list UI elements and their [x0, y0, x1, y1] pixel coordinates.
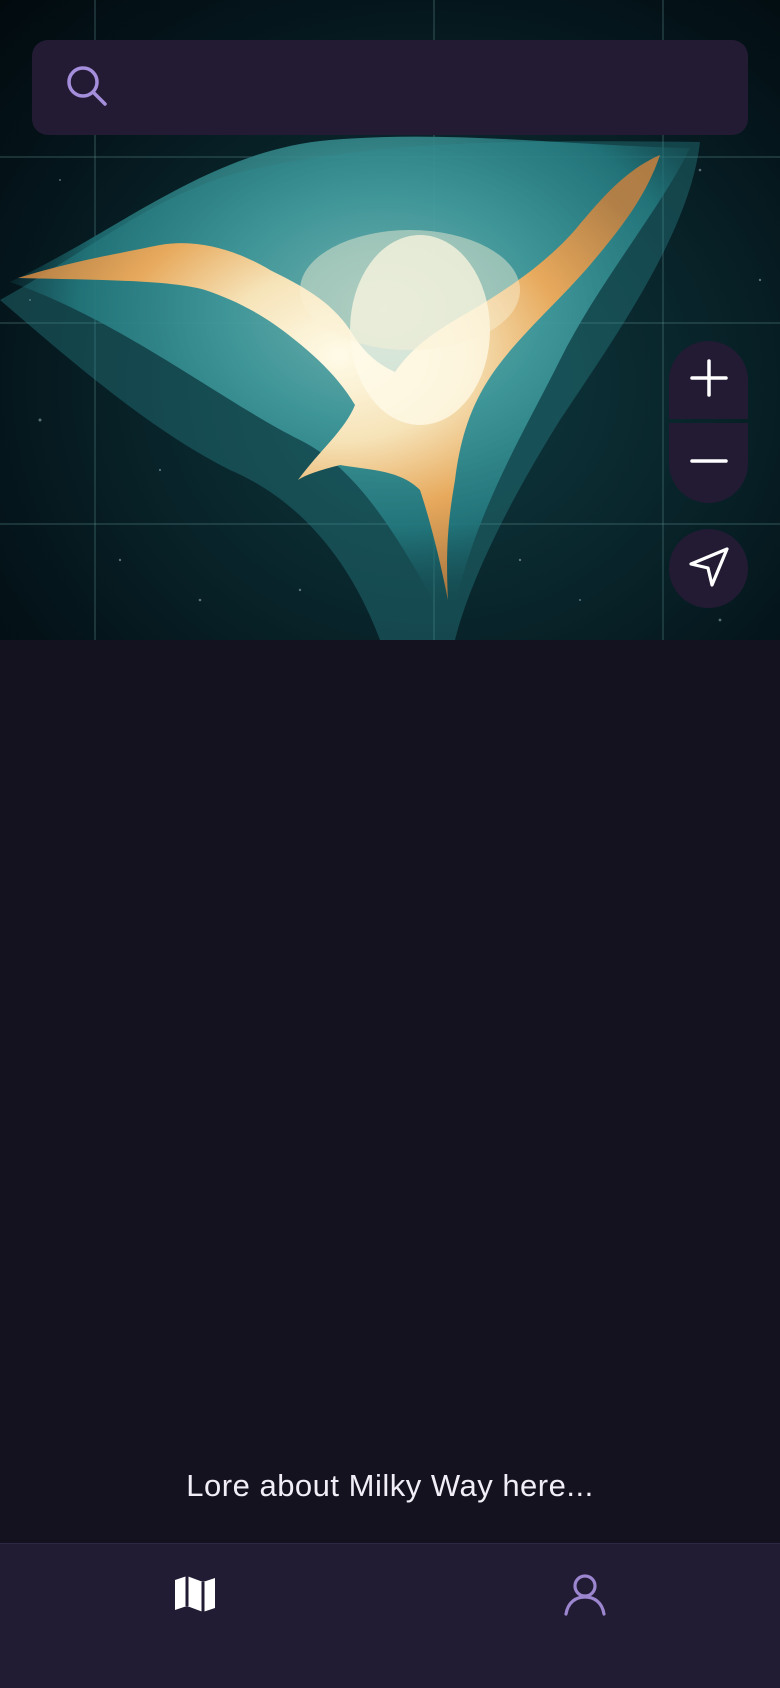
- zoom-out-button[interactable]: [669, 423, 748, 503]
- navigation-arrow-icon: [688, 546, 730, 592]
- plus-icon: [689, 358, 729, 402]
- nav-item-profile[interactable]: [390, 1544, 780, 1688]
- galaxy-map[interactable]: [0, 0, 780, 640]
- search-icon: [66, 65, 108, 111]
- user-icon: [563, 1574, 607, 1688]
- lore-text: Lore about Milky Way here...: [186, 1468, 594, 1503]
- minus-icon: [689, 441, 729, 485]
- search-input[interactable]: [126, 57, 724, 118]
- search-bar[interactable]: [32, 40, 748, 135]
- bottom-nav: [0, 1543, 780, 1688]
- zoom-controls: [669, 341, 748, 503]
- map-icon: [173, 1574, 217, 1688]
- nav-item-map[interactable]: [0, 1544, 390, 1688]
- app-screen: Lore about Milky Way here...: [0, 0, 780, 1688]
- zoom-in-button[interactable]: [669, 341, 748, 419]
- locate-button[interactable]: [669, 529, 748, 608]
